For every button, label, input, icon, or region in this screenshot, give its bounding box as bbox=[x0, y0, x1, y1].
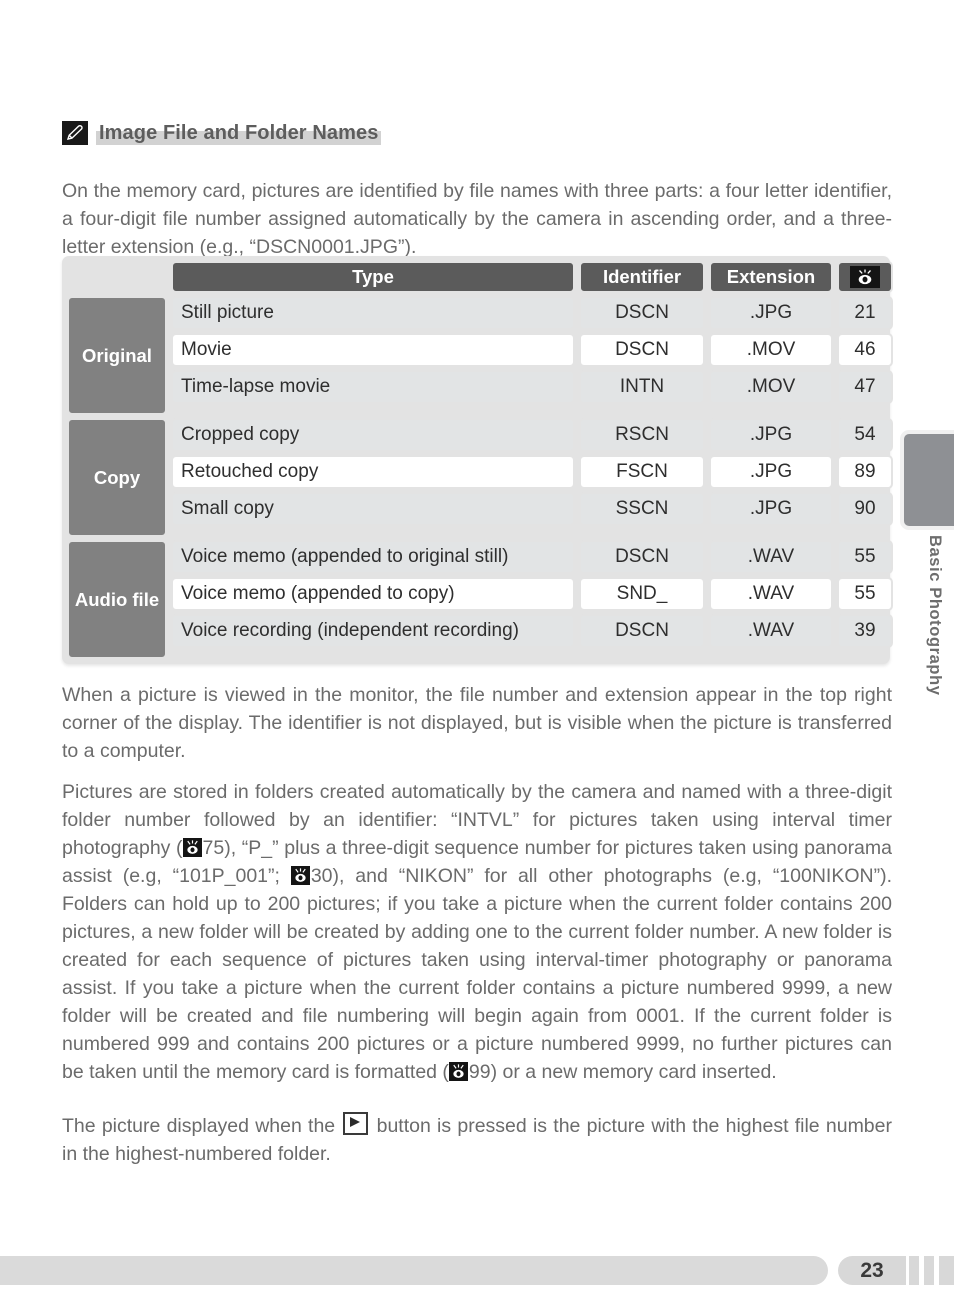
group-rows-audio-file: Voice memo (appended to original still) … bbox=[171, 540, 893, 659]
section-heading: Image File and Folder Names bbox=[62, 121, 382, 145]
eye-reference-icon bbox=[448, 1061, 468, 1081]
footer-tick bbox=[939, 1256, 954, 1285]
group-label-original: Original bbox=[67, 296, 167, 415]
folder-text-3: ), and “NIKON” for all other photographs… bbox=[62, 864, 893, 1083]
chapter-tab-marker bbox=[900, 430, 954, 530]
cell-reference: 47 bbox=[837, 370, 893, 404]
table-row: Still picture DSCN .JPG 21 bbox=[171, 296, 893, 330]
cell-identifier: SND_ bbox=[579, 577, 705, 611]
footer-bar bbox=[0, 1256, 828, 1285]
footer-tick bbox=[924, 1256, 934, 1285]
table-row: Retouched copy FSCN .JPG 89 bbox=[171, 455, 893, 489]
table-row: Cropped copy RSCN .JPG 54 bbox=[171, 418, 893, 452]
header-spacer bbox=[67, 261, 167, 293]
footer-tick bbox=[909, 1256, 919, 1285]
cell-extension: .WAV bbox=[709, 540, 833, 574]
cell-type: Cropped copy bbox=[171, 418, 575, 452]
column-header-extension: Extension bbox=[709, 261, 833, 293]
table-header-row: Type Identifier Extension bbox=[67, 261, 893, 293]
manual-page: Image File and Folder Names On the memor… bbox=[0, 0, 954, 1314]
table-row: Voice recording (independent recording) … bbox=[171, 614, 893, 648]
cell-extension: .JPG bbox=[709, 296, 833, 330]
cell-reference: 54 bbox=[837, 418, 893, 452]
cell-extension: .MOV bbox=[709, 333, 833, 367]
group-rows-copy: Cropped copy RSCN .JPG 54 Retouched copy… bbox=[171, 418, 893, 537]
table-row: Voice memo (appended to copy) SND_ .WAV … bbox=[171, 577, 893, 611]
cell-identifier: SSCN bbox=[579, 492, 705, 526]
last-text-1: The picture displayed when the bbox=[62, 1114, 342, 1137]
cell-extension: .WAV bbox=[709, 614, 833, 648]
table-row: Voice memo (appended to original still) … bbox=[171, 540, 893, 574]
group-rows-original: Still picture DSCN .JPG 21 Movie DSCN .M… bbox=[171, 296, 893, 415]
after-table-paragraph: When a picture is viewed in the monitor,… bbox=[62, 683, 892, 762]
group-label-column: Original bbox=[67, 296, 167, 415]
column-header-identifier: Identifier bbox=[579, 261, 705, 293]
cell-type: Movie bbox=[171, 333, 575, 367]
table-group-copy: Copy Cropped copy RSCN .JPG 54 Retouched… bbox=[67, 418, 893, 537]
cell-reference: 39 bbox=[837, 614, 893, 648]
cell-type: Time-lapse movie bbox=[171, 370, 575, 404]
play-button-icon bbox=[343, 1111, 369, 1135]
cell-identifier: DSCN bbox=[579, 614, 705, 648]
group-label-column: Copy bbox=[67, 418, 167, 537]
cell-reference: 55 bbox=[837, 577, 893, 611]
folder-ref-1: 75 bbox=[202, 836, 225, 859]
table-row: Time-lapse movie INTN .MOV 47 bbox=[171, 370, 893, 404]
group-label-column: Audio file bbox=[67, 540, 167, 659]
column-header-type: Type bbox=[171, 261, 575, 293]
cell-identifier: DSCN bbox=[579, 540, 705, 574]
cell-type: Small copy bbox=[171, 492, 575, 526]
table-row: Small copy SSCN .JPG 90 bbox=[171, 492, 893, 526]
group-label-copy: Copy bbox=[67, 418, 167, 537]
cell-identifier: RSCN bbox=[579, 418, 705, 452]
cell-identifier: FSCN bbox=[579, 455, 705, 489]
cell-identifier: DSCN bbox=[579, 296, 705, 330]
pencil-icon bbox=[62, 121, 88, 145]
cell-extension: .MOV bbox=[709, 370, 833, 404]
cell-identifier: INTN bbox=[579, 370, 705, 404]
intro-paragraph: On the memory card, pictures are identif… bbox=[62, 179, 892, 258]
table-group-audio-file: Audio file Voice memo (appended to origi… bbox=[67, 540, 893, 659]
folder-ref-3: 99 bbox=[468, 1060, 491, 1083]
folder-text-4: ) or a new memory card inserted. bbox=[490, 1060, 777, 1083]
folder-paragraph: Pictures are stored in folders created a… bbox=[62, 778, 892, 1086]
eye-reference-icon bbox=[850, 266, 880, 288]
cell-type: Still picture bbox=[171, 296, 575, 330]
section-heading-label: Image File and Folder Names bbox=[96, 123, 382, 145]
chapter-tab-label: Basic Photography bbox=[926, 535, 944, 696]
cell-type: Voice recording (independent recording) bbox=[171, 614, 575, 648]
table-group-original: Original Still picture DSCN .JPG 21 Movi… bbox=[67, 296, 893, 415]
cell-identifier: DSCN bbox=[579, 333, 705, 367]
cell-reference: 21 bbox=[837, 296, 893, 330]
cell-extension: .JPG bbox=[709, 418, 833, 452]
eye-reference-icon bbox=[182, 837, 202, 857]
playback-paragraph: The picture displayed when the button is… bbox=[62, 1111, 892, 1168]
column-header-reference bbox=[837, 261, 893, 293]
cell-type: Voice memo (appended to copy) bbox=[171, 577, 575, 611]
folder-ref-2: 30 bbox=[310, 864, 333, 887]
cell-extension: .WAV bbox=[709, 577, 833, 611]
group-label-audio-file: Audio file bbox=[67, 540, 167, 659]
cell-reference: 90 bbox=[837, 492, 893, 526]
eye-reference-icon bbox=[290, 865, 310, 885]
cell-reference: 46 bbox=[837, 333, 893, 367]
cell-extension: .JPG bbox=[709, 492, 833, 526]
cell-extension: .JPG bbox=[709, 455, 833, 489]
page-number: 23 bbox=[838, 1256, 906, 1285]
file-folder-names-table: Type Identifier Extension Original Still… bbox=[62, 256, 893, 664]
cell-type: Retouched copy bbox=[171, 455, 575, 489]
cell-reference: 55 bbox=[837, 540, 893, 574]
table-row: Movie DSCN .MOV 46 bbox=[171, 333, 893, 367]
cell-reference: 89 bbox=[837, 455, 893, 489]
cell-type: Voice memo (appended to original still) bbox=[171, 540, 575, 574]
